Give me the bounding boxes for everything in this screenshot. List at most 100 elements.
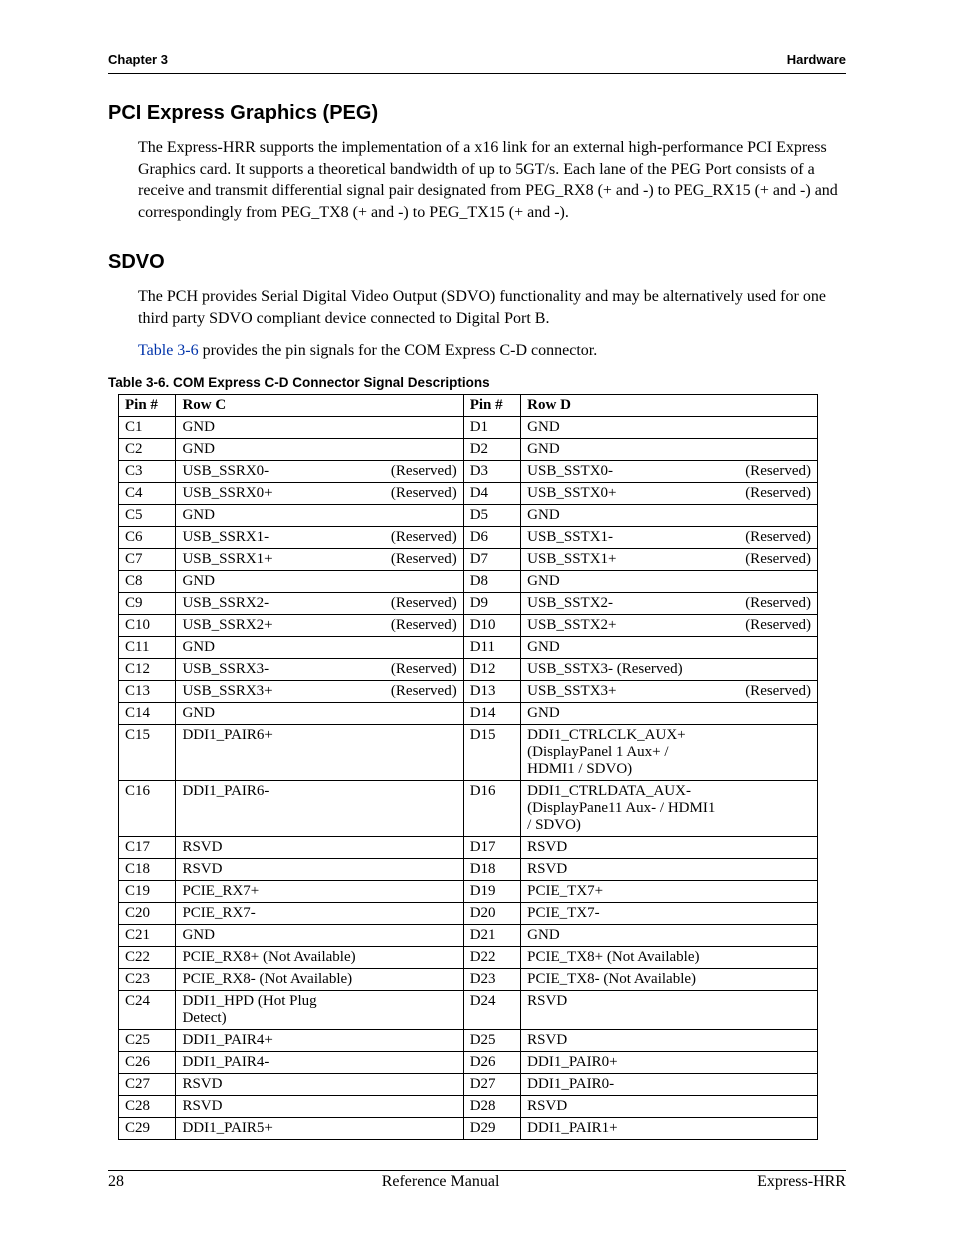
cell-signal-c: PCIE_RX7+ (176, 881, 369, 903)
cell-pin-d: D24 (463, 991, 520, 1030)
cell-pin-c: C15 (119, 725, 176, 781)
cell-signal-c: PCIE_RX8+ (Not Available) (176, 947, 369, 969)
cell-pin-c: C18 (119, 859, 176, 881)
cell-reserved-d (723, 925, 817, 947)
cell-pin-d: D12 (463, 659, 520, 681)
cell-signal-d: RSVD (521, 859, 724, 881)
cell-pin-d: D25 (463, 1030, 520, 1052)
cell-pin-d: D6 (463, 527, 520, 549)
cell-pin-c: C3 (119, 461, 176, 483)
cell-pin-d: D19 (463, 881, 520, 903)
cell-reserved-c: (Reserved) (369, 527, 463, 549)
cell-pin-c: C23 (119, 969, 176, 991)
cell-pin-c: C24 (119, 991, 176, 1030)
cell-pin-d: D1 (463, 417, 520, 439)
cell-signal-c: DDI1_HPD (Hot Plug Detect) (176, 991, 369, 1030)
cell-reserved-c: (Reserved) (369, 549, 463, 571)
cell-reserved-c (369, 903, 463, 925)
cell-signal-d: GND (521, 703, 724, 725)
cell-signal-c: USB_SSRX2- (176, 593, 369, 615)
cell-reserved-d (723, 1118, 817, 1140)
cell-reserved-c (369, 505, 463, 527)
cell-reserved-c: (Reserved) (369, 593, 463, 615)
cell-signal-c: USB_SSRX3- (176, 659, 369, 681)
cell-signal-d: DDI1_PAIR0+ (521, 1052, 724, 1074)
cell-signal-c: GND (176, 703, 369, 725)
table-row: C20PCIE_RX7-D20PCIE_TX7- (119, 903, 818, 925)
para-sdvo-2-tail: provides the pin signals for the COM Exp… (199, 342, 598, 359)
cell-reserved-c (369, 1096, 463, 1118)
cell-reserved-d (723, 659, 817, 681)
table-row: C15DDI1_PAIR6+D15DDI1_CTRLCLK_AUX+(Displ… (119, 725, 818, 781)
cell-pin-c: C21 (119, 925, 176, 947)
cell-reserved-c (369, 859, 463, 881)
cell-reserved-c (369, 571, 463, 593)
th-pin-d: Pin # (463, 395, 520, 417)
cell-signal-d: USB_SSTX0- (521, 461, 724, 483)
cell-reserved-d: (Reserved) (723, 461, 817, 483)
cell-pin-c: C14 (119, 703, 176, 725)
cell-reserved-c (369, 837, 463, 859)
cell-signal-d: DDI1_PAIR1+ (521, 1118, 724, 1140)
cell-signal-c: DDI1_PAIR4+ (176, 1030, 369, 1052)
cell-pin-d: D28 (463, 1096, 520, 1118)
table-row: C26DDI1_PAIR4-D26DDI1_PAIR0+ (119, 1052, 818, 1074)
cell-reserved-d (723, 881, 817, 903)
footer-product: Express-HRR (757, 1173, 846, 1191)
cell-reserved-c (369, 1052, 463, 1074)
signal-table: Pin # Row C Pin # Row D C1GNDD1GNDC2GNDD… (118, 394, 818, 1140)
para-peg: The Express-HRR supports the implementat… (138, 137, 846, 223)
cell-pin-c: C19 (119, 881, 176, 903)
cell-reserved-d (723, 969, 817, 991)
cell-reserved-d: (Reserved) (723, 615, 817, 637)
th-row-c: Row C (176, 395, 463, 417)
cell-signal-d: USB_SSTX2- (521, 593, 724, 615)
table-row: C19PCIE_RX7+ D19PCIE_TX7+ (119, 881, 818, 903)
table-row: C18RSVDD18RSVD (119, 859, 818, 881)
cell-signal-d: GND (521, 571, 724, 593)
cell-pin-d: D4 (463, 483, 520, 505)
cell-signal-d: RSVD (521, 837, 724, 859)
cell-signal-d: PCIE_TX7+ (521, 881, 724, 903)
table-row: C23PCIE_RX8- (Not Available)D23PCIE_TX8-… (119, 969, 818, 991)
cell-pin-d: D22 (463, 947, 520, 969)
cell-reserved-d (723, 859, 817, 881)
cell-reserved-d (723, 903, 817, 925)
cell-reserved-d (723, 1096, 817, 1118)
cell-pin-c: C20 (119, 903, 176, 925)
cell-signal-c: GND (176, 637, 369, 659)
table-row: C12USB_SSRX3-(Reserved)D12USB_SSTX3- (Re… (119, 659, 818, 681)
cell-signal-d: PCIE_TX7- (521, 903, 724, 925)
cell-reserved-d (723, 725, 817, 781)
cell-signal-c: GND (176, 925, 369, 947)
cell-pin-d: D18 (463, 859, 520, 881)
footer-page-number: 28 (108, 1173, 124, 1191)
cell-reserved-d: (Reserved) (723, 593, 817, 615)
cell-reserved-d (723, 417, 817, 439)
table-row: C3USB_SSRX0-(Reserved)D3USB_SSTX0-(Reser… (119, 461, 818, 483)
cell-reserved-c (369, 725, 463, 781)
cell-pin-d: D20 (463, 903, 520, 925)
cell-signal-d: DDI1_CTRLDATA_AUX-(DisplayPane11 Aux- / … (521, 781, 724, 837)
cell-pin-d: D27 (463, 1074, 520, 1096)
cell-signal-c: RSVD (176, 837, 369, 859)
table-row: C17RSVDD17RSVD (119, 837, 818, 859)
table-row: C27RSVDD27DDI1_PAIR0- (119, 1074, 818, 1096)
th-row-d: Row D (521, 395, 818, 417)
cell-reserved-d (723, 439, 817, 461)
cell-signal-d: GND (521, 505, 724, 527)
cell-signal-c: DDI1_PAIR6- (176, 781, 369, 837)
table-row: C13USB_SSRX3+(Reserved)D13USB_SSTX3+(Res… (119, 681, 818, 703)
cell-signal-c: DDI1_PAIR6+ (176, 725, 369, 781)
cell-pin-d: D3 (463, 461, 520, 483)
cell-reserved-c (369, 881, 463, 903)
cell-signal-d: USB_SSTX2+ (521, 615, 724, 637)
cell-pin-d: D21 (463, 925, 520, 947)
cell-signal-c: RSVD (176, 1074, 369, 1096)
table-row: C6USB_SSRX1-(Reserved)D6USB_SSTX1-(Reser… (119, 527, 818, 549)
table-row: C5GNDD5GND (119, 505, 818, 527)
cell-reserved-d (723, 703, 817, 725)
cell-pin-c: C10 (119, 615, 176, 637)
cell-signal-c: USB_SSRX1- (176, 527, 369, 549)
xref-table-3-6[interactable]: Table 3-6 (138, 342, 199, 359)
